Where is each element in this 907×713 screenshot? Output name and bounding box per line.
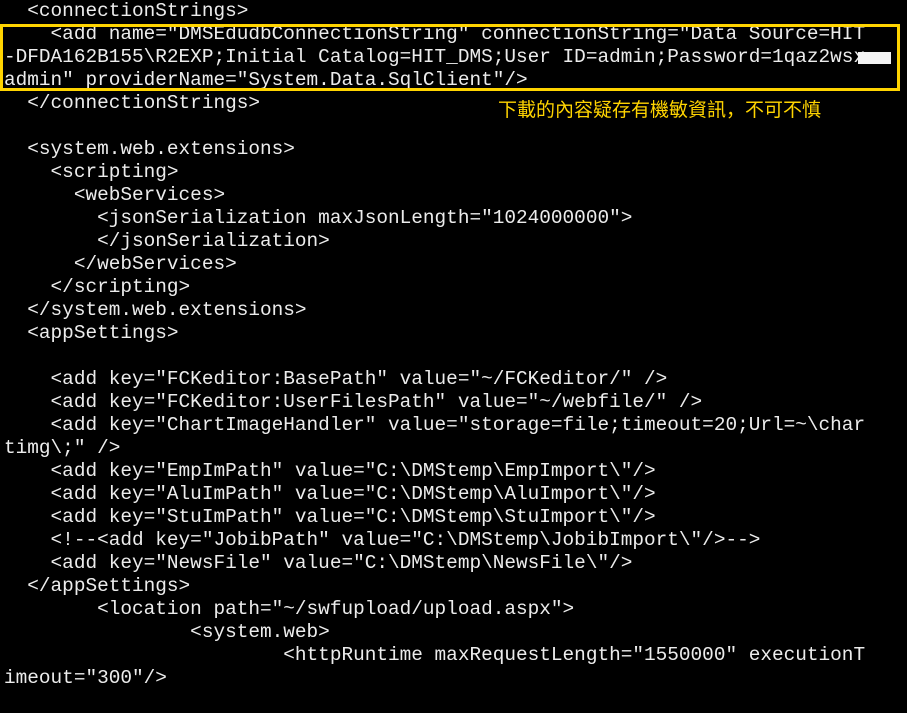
code-line: <add key="ChartImageHandler" value="stor… xyxy=(4,414,866,436)
password-redaction-mark xyxy=(858,52,891,64)
code-line: </connectionStrings> xyxy=(4,92,260,114)
code-line: <system.web> xyxy=(4,621,330,643)
code-line: <add key="AluImPath" value="C:\DMStemp\A… xyxy=(4,483,656,505)
code-line: <add key="FCKeditor:BasePath" value="~/F… xyxy=(4,368,668,390)
code-line: <location path="~/swfupload/upload.aspx"… xyxy=(4,598,575,620)
code-line: <add key="EmpImPath" value="C:\DMStemp\E… xyxy=(4,460,656,482)
code-line: <system.web.extensions> xyxy=(4,138,295,160)
code-line: timg\;" /> xyxy=(4,437,121,459)
code-line: <add key="StuImPath" value="C:\DMStemp\S… xyxy=(4,506,656,528)
code-line: <!--<add key="JobibPath" value="C:\DMSte… xyxy=(4,529,761,551)
code-line: <webServices> xyxy=(4,184,226,206)
warning-annotation: 下載的內容疑存有機敏資訊，不可不慎 xyxy=(498,99,822,121)
connection-string-highlight-box xyxy=(0,24,900,91)
code-line: </appSettings> xyxy=(4,575,191,597)
code-line: <jsonSerialization maxJsonLength="102400… xyxy=(4,207,633,229)
code-line: imeout="300"/> xyxy=(4,667,167,689)
code-line: </webServices> xyxy=(4,253,237,275)
code-line: <scripting> xyxy=(4,161,179,183)
code-line: <appSettings> xyxy=(4,322,179,344)
code-line: <add key="NewsFile" value="C:\DMStemp\Ne… xyxy=(4,552,633,574)
code-line: </system.web.extensions> xyxy=(4,299,307,321)
code-line: <connectionStrings> xyxy=(4,0,249,22)
code-line: <httpRuntime maxRequestLength="1550000" … xyxy=(4,644,866,666)
code-line: </scripting> xyxy=(4,276,191,298)
code-line: </jsonSerialization> xyxy=(4,230,330,252)
code-line: <add key="FCKeditor:UserFilesPath" value… xyxy=(4,391,703,413)
